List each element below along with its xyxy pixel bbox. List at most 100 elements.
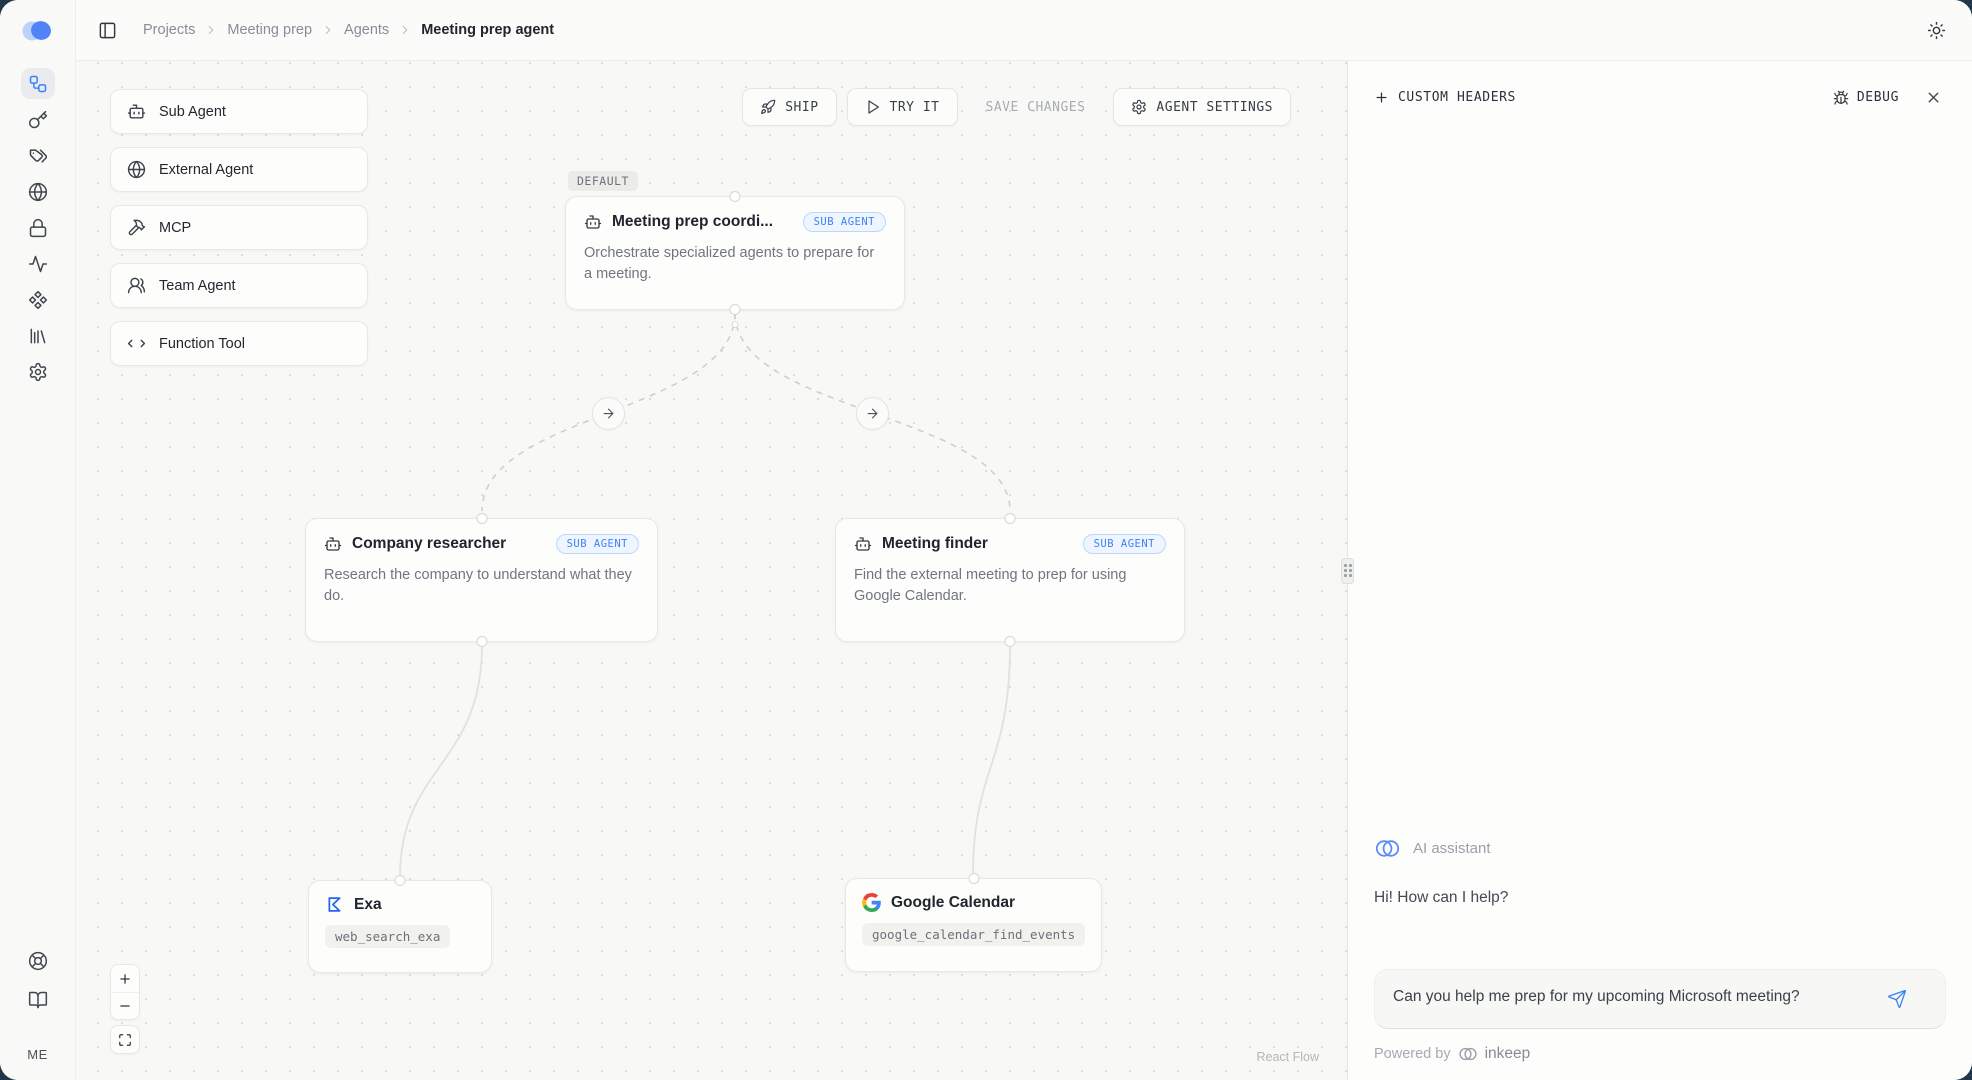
sidebar-item-components[interactable] <box>21 284 55 315</box>
topbar: Projects Meeting prep Agents Meeting pre… <box>76 0 1972 61</box>
sidebar-item-agents[interactable] <box>21 68 55 99</box>
chat-input[interactable]: Can you help me prep for my upcoming Mic… <box>1393 985 1871 1009</box>
node-meeting-finder[interactable]: Meeting finder SUB AGENT Find the extern… <box>835 518 1185 642</box>
bot-icon <box>127 102 146 121</box>
palette-function-tool[interactable]: Function Tool <box>110 321 368 366</box>
sidebar-footer: ME <box>21 945 55 1062</box>
palette-external-agent[interactable]: External Agent <box>110 147 368 192</box>
help-button[interactable] <box>21 945 55 976</box>
node-handle-top[interactable] <box>730 191 741 202</box>
sun-icon <box>1927 21 1946 40</box>
palette-label: External Agent <box>159 162 253 178</box>
bot-icon <box>324 535 342 553</box>
palette-team-agent[interactable]: Team Agent <box>110 263 368 308</box>
sidebar-item-api-keys[interactable] <box>21 104 55 135</box>
sidebar-item-external[interactable] <box>21 176 55 207</box>
globe-icon <box>127 160 146 179</box>
user-avatar[interactable]: ME <box>27 1047 48 1062</box>
debug-button[interactable]: DEBUG <box>1833 90 1899 106</box>
agent-settings-label: AGENT SETTINGS <box>1156 100 1273 115</box>
palette-label: Team Agent <box>159 278 236 294</box>
sidebar-item-security[interactable] <box>21 212 55 243</box>
try-it-button[interactable]: TRY IT <box>847 88 958 126</box>
theme-toggle-button[interactable] <box>1923 17 1950 44</box>
lock-icon <box>28 218 48 238</box>
sidebar-item-activity[interactable] <box>21 248 55 279</box>
assistant-header: AI assistant <box>1374 835 1946 862</box>
ship-label: SHIP <box>785 100 818 115</box>
close-panel-button[interactable] <box>1921 85 1946 110</box>
assistant-greeting: Hi! How can I help? <box>1374 889 1946 907</box>
send-button[interactable] <box>1885 987 1909 1011</box>
inkeep-venn-icon <box>1374 835 1401 862</box>
inkeep-brand-label[interactable]: inkeep <box>1485 1045 1531 1063</box>
node-handle-bottom[interactable] <box>730 304 741 315</box>
sidebar-item-library[interactable] <box>21 320 55 351</box>
node-handle-top[interactable] <box>476 513 487 524</box>
node-meeting-prep-coordinator[interactable]: Meeting prep coordi... SUB AGENT Orchest… <box>565 196 905 310</box>
panel-resize-handle[interactable] <box>1341 558 1354 584</box>
node-handle-top[interactable] <box>395 875 406 886</box>
palette-label: Function Tool <box>159 336 245 352</box>
rocket-icon <box>760 99 776 115</box>
docs-button[interactable] <box>21 984 55 1015</box>
powered-by-label: Powered by <box>1374 1046 1451 1062</box>
flow-canvas[interactable]: Sub Agent External Agent MCP Team Agent <box>76 61 1347 1080</box>
send-icon <box>1887 989 1907 1009</box>
plus-icon <box>118 972 132 986</box>
panel-header: CUSTOM HEADERS DEBUG <box>1348 61 1972 110</box>
node-title: Meeting finder <box>882 535 988 553</box>
save-changes-button[interactable]: SAVE CHANGES <box>968 88 1104 126</box>
arrow-right-icon <box>865 406 880 421</box>
edge-button-coordinator-company[interactable] <box>592 397 625 430</box>
edge-button-coordinator-meeting[interactable] <box>856 397 889 430</box>
minus-icon <box>118 999 132 1013</box>
edge-source-dot <box>732 321 739 328</box>
sidebar-item-settings[interactable] <box>21 356 55 387</box>
gear-icon <box>28 362 48 382</box>
breadcrumb-project[interactable]: Meeting prep <box>227 22 312 38</box>
plus-icon <box>1374 90 1389 105</box>
sub-agent-badge: SUB AGENT <box>1083 534 1166 554</box>
main-column: Projects Meeting prep Agents Meeting pre… <box>76 0 1972 1080</box>
content-row: Sub Agent External Agent MCP Team Agent <box>76 61 1972 1080</box>
users-icon <box>127 276 146 295</box>
custom-headers-button[interactable]: CUSTOM HEADERS <box>1374 90 1516 105</box>
tool-chip[interactable]: web_search_exa <box>325 925 450 948</box>
chat-input-card[interactable]: Can you help me prep for my upcoming Mic… <box>1374 969 1946 1029</box>
node-handle-bottom[interactable] <box>476 636 487 647</box>
tool-chip[interactable]: google_calendar_find_events <box>862 923 1085 946</box>
inkeep-logo[interactable] <box>19 16 57 46</box>
node-handle-top[interactable] <box>1005 513 1016 524</box>
node-handle-bottom[interactable] <box>1005 636 1016 647</box>
zoom-out-button[interactable] <box>111 992 139 1019</box>
node-title: Exa <box>354 896 382 914</box>
sidebar-rail: ME <box>0 0 76 1080</box>
node-company-researcher[interactable]: Company researcher SUB AGENT Research th… <box>305 518 658 642</box>
node-handle-top[interactable] <box>968 873 979 884</box>
sidebar-item-credentials[interactable] <box>21 140 55 171</box>
agent-settings-button[interactable]: AGENT SETTINGS <box>1113 88 1291 126</box>
node-exa-tool[interactable]: Exa web_search_exa <box>308 880 492 973</box>
flow-toolbar: SHIP TRY IT SAVE CHANGES AGENT SETTINGS <box>742 88 1291 126</box>
close-icon <box>1925 89 1942 106</box>
key-icon <box>28 110 48 130</box>
inkeep-venn-icon <box>1458 1044 1478 1064</box>
chevron-right-icon <box>398 23 412 37</box>
app-window: ME Projects Meeting prep Agents Meeting … <box>0 0 1972 1080</box>
breadcrumb-projects[interactable]: Projects <box>143 22 195 38</box>
sidebar-toggle-button[interactable] <box>94 17 121 44</box>
workflow-icon <box>28 74 48 94</box>
palette-mcp[interactable]: MCP <box>110 205 368 250</box>
zoom-in-button[interactable] <box>111 965 139 992</box>
component-icon <box>28 290 48 310</box>
node-google-calendar-tool[interactable]: Google Calendar google_calendar_find_eve… <box>845 878 1102 972</box>
ship-button[interactable]: SHIP <box>742 88 836 126</box>
react-flow-attribution[interactable]: React Flow <box>1256 1050 1319 1064</box>
palette-sub-agent[interactable]: Sub Agent <box>110 89 368 134</box>
debug-label: DEBUG <box>1857 90 1899 105</box>
bug-icon <box>1833 90 1849 106</box>
breadcrumb-agents[interactable]: Agents <box>344 22 389 38</box>
fit-view-button[interactable] <box>111 1026 139 1053</box>
node-description: Research the company to understand what … <box>324 565 639 607</box>
